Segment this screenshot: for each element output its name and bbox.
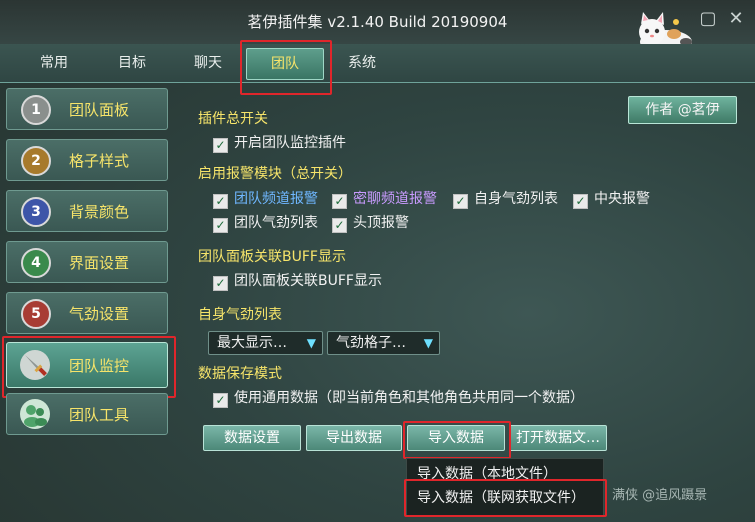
buff-grid-dropdown[interactable]: 气劲格子… ▼ — [327, 331, 440, 355]
sidebar-item-label: 界面设置 — [69, 254, 130, 272]
team-buff-list-checkbox[interactable]: ✓ 团队气劲列表 — [213, 214, 318, 233]
checkbox-label: 使用通用数据（即当前角色和其他角色共用同一个数据） — [234, 390, 584, 406]
check-icon: ✓ — [332, 218, 347, 233]
triangle-down-icon: ▼ — [306, 336, 316, 350]
sidebar-item-team-tools[interactable]: 团队工具 — [6, 393, 168, 435]
checkbox-label: 团队频道报警 — [234, 191, 318, 207]
check-icon: ✓ — [332, 194, 347, 209]
check-icon: ✓ — [573, 194, 588, 209]
sidebar-item-label: 气劲设置 — [69, 305, 130, 323]
watermark-text: 满侠 @追风蹑景 — [612, 488, 708, 503]
checkbox-label: 自身气劲列表 — [474, 191, 558, 207]
check-icon: ✓ — [213, 218, 228, 233]
number-2-icon: 2 — [21, 146, 51, 176]
checkbox-label: 开启团队监控插件 — [234, 135, 346, 151]
sidebar-item-buff-settings[interactable]: 5 气劲设置 — [6, 292, 168, 334]
sidebar-item-label: 团队面板 — [69, 101, 130, 119]
sidebar-item-grid-style[interactable]: 2 格子样式 — [6, 139, 168, 181]
checkbox-label: 团队面板关联BUFF显示 — [234, 273, 382, 289]
tab-system[interactable]: 系统 — [326, 48, 398, 78]
maximize-icon[interactable]: ▢ — [699, 10, 717, 28]
dropdown-value: 最大显示… — [217, 335, 287, 351]
section-title-save-mode: 数据保存模式 — [198, 366, 282, 382]
dropdown-value: 气劲格子… — [336, 335, 406, 351]
check-icon: ✓ — [213, 393, 228, 408]
data-settings-button[interactable]: 数据设置 — [203, 425, 301, 451]
checkbox-label: 团队气劲列表 — [234, 215, 318, 231]
close-icon[interactable]: ✕ — [727, 10, 745, 28]
tab-common[interactable]: 常用 — [18, 48, 90, 78]
section-title-alert-modules: 启用报警模块（总开关） — [198, 166, 352, 182]
team-members-icon — [20, 399, 50, 429]
check-icon: ✓ — [453, 194, 468, 209]
sidebar-item-background-color[interactable]: 3 背景颜色 — [6, 190, 168, 232]
number-5-icon: 5 — [21, 299, 51, 329]
sidebar-item-team-panel[interactable]: 1 团队面板 — [6, 88, 168, 130]
head-alert-checkbox[interactable]: ✓ 头顶报警 — [332, 214, 409, 233]
section-title-panel-buff: 团队面板关联BUFF显示 — [198, 249, 346, 265]
menu-highlight-box — [404, 479, 607, 517]
sidebar-item-label: 背景颜色 — [69, 203, 130, 221]
author-button[interactable]: 作者 @茗伊 — [628, 96, 737, 124]
tab-highlight-box — [240, 40, 332, 95]
sidebar-item-label: 格子样式 — [69, 152, 130, 170]
check-icon: ✓ — [213, 276, 228, 291]
self-buff-list-checkbox[interactable]: ✓ 自身气劲列表 — [453, 190, 558, 209]
max-display-dropdown[interactable]: 最大显示… ▼ — [208, 331, 323, 355]
checkbox-label: 密聊频道报警 — [353, 191, 437, 207]
open-data-file-button[interactable]: 打开数据文… — [509, 425, 607, 451]
whisper-channel-alert-checkbox[interactable]: ✓ 密聊频道报警 — [332, 190, 437, 209]
sidebar-item-interface-settings[interactable]: 4 界面设置 — [6, 241, 168, 283]
number-3-icon: 3 — [21, 197, 51, 227]
tab-bar: 常用 目标 聊天 团队 系统 作者 @茗伊 — [0, 44, 755, 124]
sidebar-item-label: 团队工具 — [69, 406, 130, 424]
section-title-self-buff: 自身气劲列表 — [198, 307, 282, 323]
team-channel-alert-checkbox[interactable]: ✓ 团队频道报警 — [213, 190, 318, 209]
center-alert-checkbox[interactable]: ✓ 中央报警 — [573, 190, 650, 209]
plugin-window: 茗伊插件集 v2.1.40 Build 20190904 ▢ ✕ 常用 目标 聊… — [0, 0, 755, 522]
checkbox-label: 头顶报警 — [353, 215, 409, 231]
tab-target[interactable]: 目标 — [96, 48, 168, 78]
panel-buff-checkbox[interactable]: ✓ 团队面板关联BUFF显示 — [213, 272, 382, 291]
number-4-icon: 4 — [21, 248, 51, 278]
section-title-plugin-switch: 插件总开关 — [198, 111, 268, 127]
shared-data-checkbox[interactable]: ✓ 使用通用数据（即当前角色和其他角色共用同一个数据） — [213, 389, 584, 408]
tab-chat[interactable]: 聊天 — [172, 48, 244, 78]
triangle-down-icon: ▼ — [423, 336, 433, 350]
export-data-button[interactable]: 导出数据 — [306, 425, 402, 451]
checkbox-label: 中央报警 — [594, 191, 650, 207]
enable-monitor-checkbox[interactable]: ✓ 开启团队监控插件 — [213, 134, 346, 153]
import-button-highlight-box — [403, 421, 511, 459]
number-1-icon: 1 — [21, 95, 51, 125]
check-icon: ✓ — [213, 138, 228, 153]
check-icon: ✓ — [213, 194, 228, 209]
sidebar-highlight-box — [2, 336, 176, 398]
